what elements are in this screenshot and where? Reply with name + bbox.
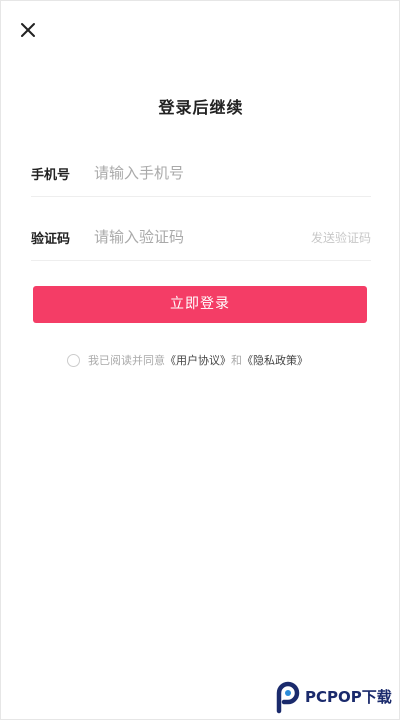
phone-row: 手机号 [31, 152, 371, 197]
page-title: 登录后继续 [158, 98, 244, 117]
watermark: PCPOP下载 [271, 681, 393, 715]
login-button[interactable]: 立即登录 [33, 286, 367, 323]
code-input[interactable] [94, 224, 294, 250]
code-label: 验证码 [31, 232, 71, 247]
agreement-conjunction: 和 [231, 354, 242, 367]
privacy-policy-link[interactable]: 《隐私政策》 [242, 352, 308, 368]
phone-label: 手机号 [31, 168, 71, 183]
code-row: 验证码 发送验证码 [31, 216, 371, 261]
agreement-prefix: 我已阅读并同意 [88, 354, 165, 367]
close-button[interactable] [17, 19, 39, 41]
pcpop-logo-icon [276, 681, 300, 714]
watermark-text: PCPOP下载 [305, 688, 392, 706]
phone-input[interactable] [94, 160, 284, 186]
login-screen: 登录后继续 手机号 验证码 发送验证码 立即登录 我已阅读并同意 《用户协议》 … [0, 0, 400, 720]
user-agreement-link[interactable]: 《用户协议》 [165, 352, 231, 368]
agreement-checkbox[interactable] [67, 353, 80, 367]
close-icon [21, 23, 35, 37]
agreement-row: 我已阅读并同意 《用户协议》 和 《隐私政策》 [67, 351, 308, 369]
send-code-button[interactable]: 发送验证码 [311, 229, 371, 246]
